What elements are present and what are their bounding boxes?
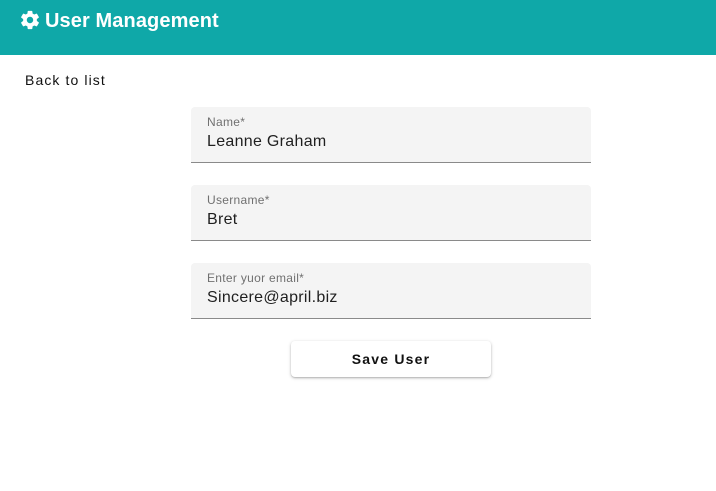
back-to-list-link[interactable]: Back to list [25, 71, 106, 89]
username-input[interactable] [207, 209, 575, 231]
save-user-button[interactable]: Save User [291, 341, 491, 377]
email-field-label: Enter yuor email* [207, 271, 305, 285]
name-field-label: Name* [207, 115, 246, 129]
name-field[interactable]: Name* [191, 107, 591, 163]
email-input[interactable] [207, 287, 575, 309]
username-field[interactable]: Username* [191, 185, 591, 241]
gear-icon [19, 9, 41, 31]
username-field-label: Username* [207, 193, 270, 207]
name-input[interactable] [207, 131, 575, 153]
email-field[interactable]: Enter yuor email* [191, 263, 591, 319]
app-title: User Management [45, 10, 219, 32]
app-header: User Management [0, 0, 716, 55]
